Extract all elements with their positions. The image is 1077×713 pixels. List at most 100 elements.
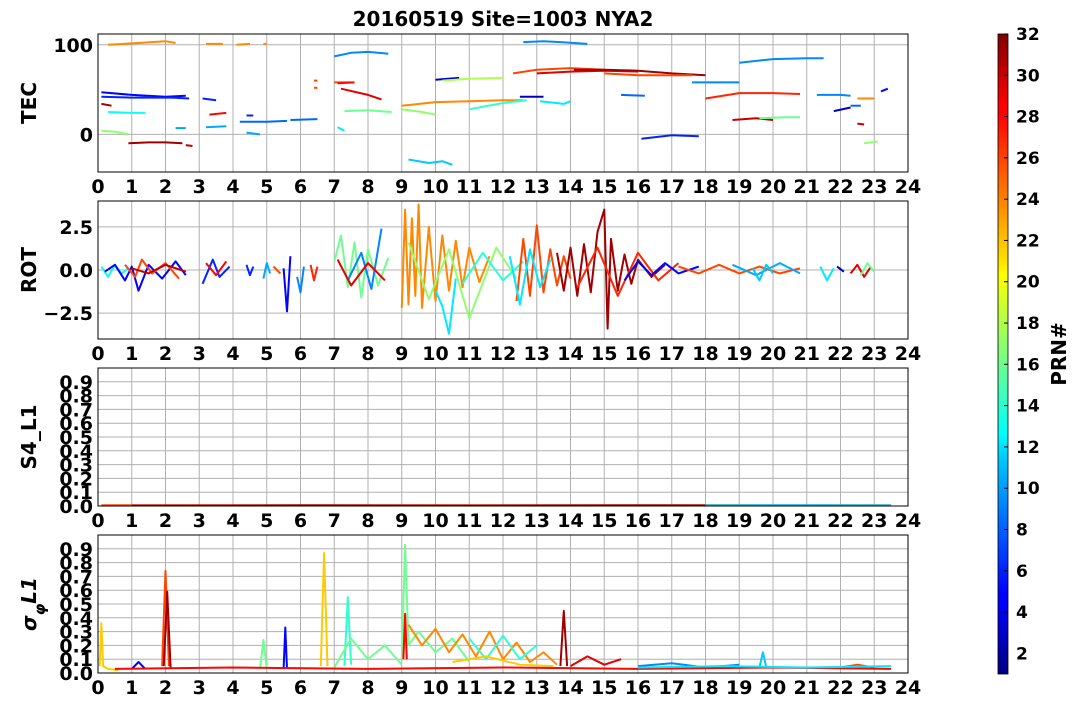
colorbar-tick-label: 8 — [1016, 520, 1028, 540]
x-tick-label: 20 — [760, 677, 786, 699]
x-tick-label: 20 — [760, 343, 786, 365]
x-tick-label: 3 — [193, 677, 206, 699]
series-prn-8 — [621, 95, 645, 96]
x-tick-label: 16 — [625, 343, 651, 365]
x-tick-label: 12 — [490, 510, 516, 532]
x-tick-label: 14 — [557, 176, 583, 198]
colorbar-tick-label: 10 — [1016, 479, 1040, 499]
x-tick-label: 8 — [361, 677, 374, 699]
x-tick-label: 5 — [260, 176, 273, 198]
colorbar-tick-label: 32 — [1016, 25, 1040, 45]
x-tick-label: 2 — [159, 176, 172, 198]
x-tick-labels: 0123456789101112131415161718192021222324 — [91, 677, 921, 699]
x-tick-label: 5 — [260, 510, 273, 532]
colorbar-tick-label: 20 — [1016, 273, 1040, 293]
y-axis-label: ROT — [17, 247, 41, 293]
series-prn-31 — [101, 104, 111, 106]
x-tick-label: 15 — [591, 176, 617, 198]
x-tick-label: 2 — [159, 510, 172, 532]
panel-4: 0123456789101112131415161718192021222324… — [17, 535, 921, 699]
series-prn-12 — [638, 666, 891, 667]
colorbar-tick-label: 24 — [1016, 190, 1040, 210]
colorbar-tick-label: 12 — [1016, 438, 1040, 458]
x-tick-label: 24 — [895, 510, 921, 532]
series-prn-12 — [820, 267, 834, 281]
x-tick-label: 8 — [361, 176, 374, 198]
x-tick-label: 19 — [726, 677, 752, 699]
series-prn-8 — [290, 119, 317, 120]
x-tick-label: 15 — [591, 343, 617, 365]
series-lines — [100, 545, 891, 671]
x-tick-label: 14 — [557, 510, 583, 532]
x-tick-label: 22 — [827, 343, 853, 365]
y-tick-label: 0 — [80, 124, 93, 146]
x-tick-label: 0 — [91, 343, 104, 365]
x-tick-label: 22 — [827, 677, 853, 699]
figure: 20160519 Site=1003 NYA2 0123456789101112… — [0, 0, 1077, 709]
x-tick-label: 14 — [557, 677, 583, 699]
y-tick-label: 0.9 — [59, 539, 93, 561]
x-tick-label: 3 — [193, 176, 206, 198]
panels: 0123456789101112131415161718192021222324… — [17, 34, 921, 699]
x-tick-label: 23 — [861, 677, 887, 699]
series-prn-26 — [517, 225, 571, 301]
series-prn-5 — [284, 628, 287, 669]
y-axis-label: σφL1 — [17, 577, 49, 631]
series-prn-6 — [641, 135, 698, 139]
x-tick-label: 16 — [625, 176, 651, 198]
series-prn-6 — [203, 99, 217, 101]
x-tick-label: 6 — [294, 677, 307, 699]
series-prn-31 — [560, 611, 567, 666]
series-prn-16 — [334, 236, 388, 298]
series-prn-16 — [760, 117, 801, 118]
x-tick-label: 24 — [895, 343, 921, 365]
x-tick-label: 23 — [861, 176, 887, 198]
series-prn-17 — [402, 109, 436, 114]
x-tick-label: 15 — [591, 510, 617, 532]
x-tick-label: 13 — [524, 343, 550, 365]
x-tick-label: 22 — [827, 510, 853, 532]
y-tick-label: −2.5 — [43, 303, 93, 325]
series-prn-9 — [817, 95, 851, 96]
colorbar-tick-label: 4 — [1016, 603, 1028, 623]
x-tick-label: 10 — [422, 176, 448, 198]
x-tick-label: 3 — [193, 343, 206, 365]
series-prn-17 — [864, 142, 878, 144]
colorbar: 2468101214161820222426283032 PRN# — [998, 25, 1071, 674]
series-prn-29 — [571, 656, 622, 666]
y-tick-label: 0.9 — [59, 372, 93, 394]
x-tick-label: 15 — [591, 677, 617, 699]
x-tick-label: 10 — [422, 510, 448, 532]
x-tick-labels: 0123456789101112131415161718192021222324 — [91, 343, 921, 365]
x-tick-label: 17 — [659, 510, 685, 532]
colorbar-tick-label: 28 — [1016, 108, 1040, 128]
series-prn-9 — [334, 52, 388, 57]
y-tick-labels: 0 100 — [53, 35, 93, 147]
y-axis-label: S4_L1 — [17, 405, 41, 470]
x-tick-label: 22 — [827, 176, 853, 198]
series-prn-5 — [881, 89, 888, 92]
x-tick-label: 16 — [625, 510, 651, 532]
series-prn-17 — [101, 131, 128, 135]
x-tick-label: 21 — [794, 510, 820, 532]
series-prn-12 — [338, 127, 345, 131]
series-prn-28 — [403, 614, 406, 660]
x-tick-label: 9 — [395, 176, 408, 198]
y-tick-label: 0.0 — [59, 260, 93, 282]
x-tick-label: 11 — [456, 343, 482, 365]
y-tick-label: 100 — [53, 35, 93, 57]
x-tick-label: 6 — [294, 176, 307, 198]
x-tick-label: 9 — [395, 343, 408, 365]
x-tick-label: 2 — [159, 677, 172, 699]
x-tick-label: 1 — [125, 677, 138, 699]
x-tick-label: 4 — [226, 510, 239, 532]
x-tick-label: 20 — [760, 176, 786, 198]
x-tick-label: 14 — [557, 343, 583, 365]
series-prn-22 — [100, 623, 119, 670]
series-prn-11 — [760, 652, 767, 667]
x-tick-label: 12 — [490, 677, 516, 699]
series-prn-30 — [857, 124, 864, 125]
x-tick-label: 11 — [456, 677, 482, 699]
series-prn-30 — [186, 145, 193, 146]
x-tick-label: 19 — [726, 176, 752, 198]
